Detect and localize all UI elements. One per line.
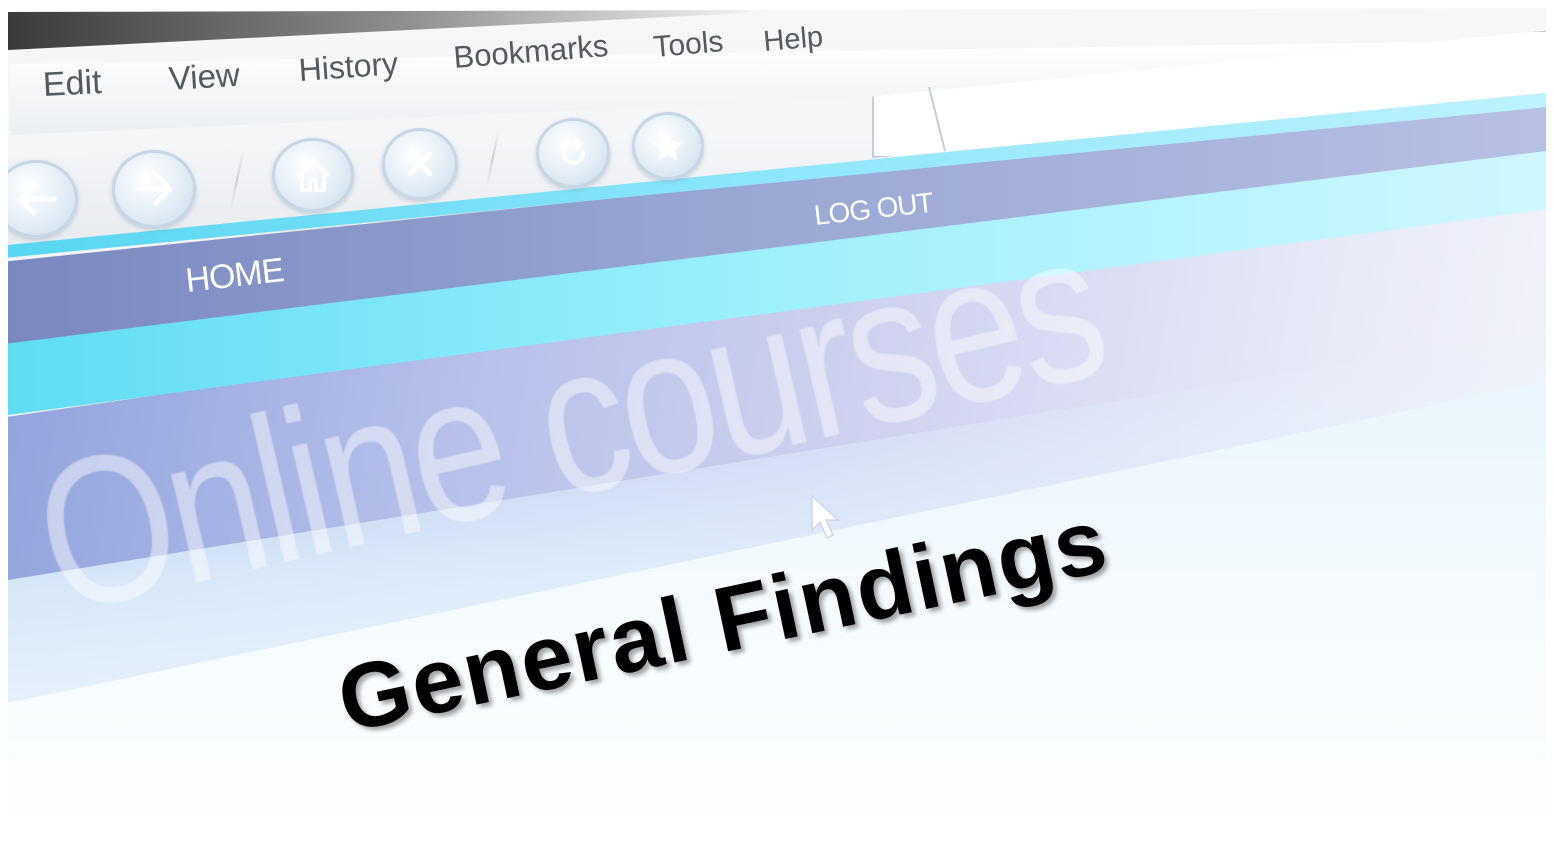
slide: Edit View History Bookmarks Tools Help H… <box>0 0 1554 841</box>
stop-icon <box>407 151 433 177</box>
stop-button[interactable] <box>382 128 458 200</box>
home-icon <box>295 159 331 192</box>
star-icon <box>652 131 684 161</box>
home-button[interactable] <box>272 138 354 212</box>
forward-button[interactable] <box>112 150 196 228</box>
bookmark-button[interactable] <box>632 112 704 180</box>
menu-history[interactable]: History <box>297 45 399 89</box>
forward-arrow-icon <box>133 172 173 206</box>
menu-help[interactable]: Help <box>762 21 824 59</box>
menu-view[interactable]: View <box>168 56 241 98</box>
menu-edit[interactable]: Edit <box>42 63 103 105</box>
reload-button[interactable] <box>536 118 610 188</box>
browser-window: Edit View History Bookmarks Tools Help H… <box>8 8 1546 841</box>
menu-tools[interactable]: Tools <box>652 25 725 65</box>
mouse-cursor-icon <box>811 494 840 540</box>
back-arrow-icon <box>17 182 57 216</box>
reload-icon <box>561 137 585 165</box>
